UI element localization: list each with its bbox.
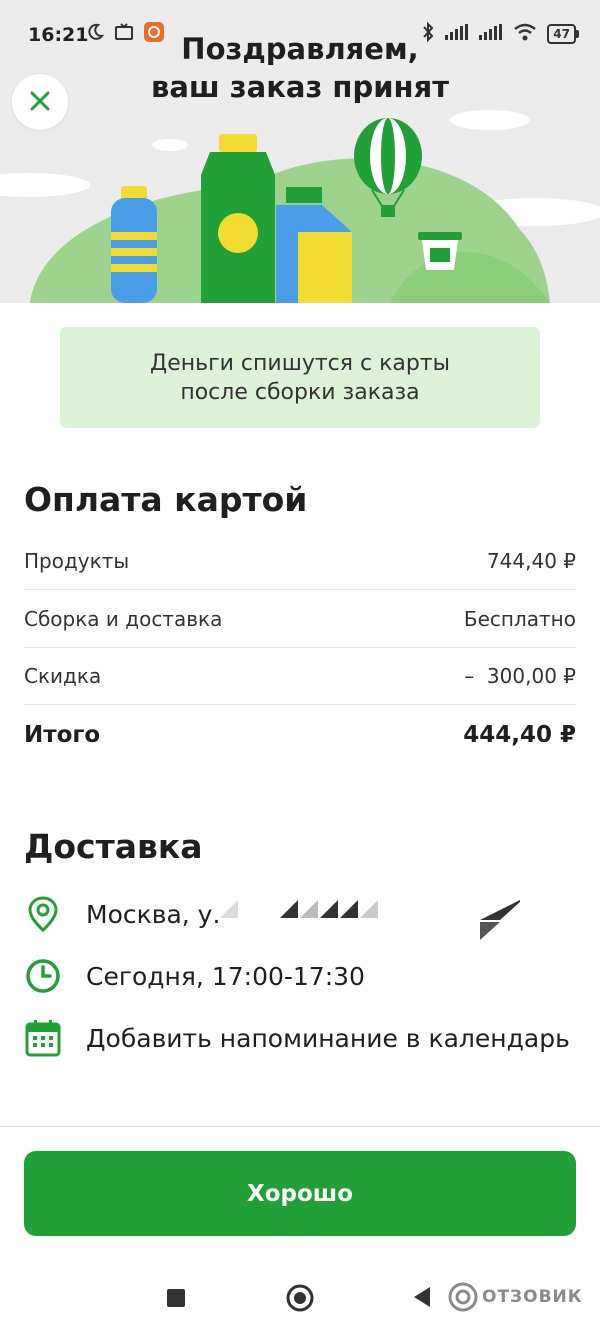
close-icon <box>29 90 51 115</box>
row-value: 744,40 ₽ <box>486 548 576 573</box>
clock-icon <box>24 957 62 995</box>
total-label: Итого <box>24 721 101 748</box>
delivery-title: Доставка <box>24 827 203 866</box>
notice-line-2: после сборки заказа <box>180 379 420 405</box>
calendar-icon <box>24 1019 62 1057</box>
circle-nav-icon[interactable] <box>286 1284 314 1316</box>
square-nav-icon[interactable] <box>166 1288 186 1312</box>
title-line-2: ваш заказ принят <box>150 70 449 104</box>
add-reminder-button[interactable]: Добавить напоминание в календарь <box>24 1016 584 1060</box>
title-line-1: Поздравляем, <box>181 32 419 66</box>
wifi-icon <box>513 23 537 45</box>
delivery-address: Москва, у. <box>24 892 584 940</box>
payment-row-delivery: Сборка и доставка Бесплатно <box>24 590 576 648</box>
battery-icon: 47 <box>547 24 579 44</box>
payment-row-discount: Скидка – 300,00 ₽ <box>24 647 576 705</box>
status-time: 16:21 <box>28 24 89 46</box>
watermark-text: ОТЗОВИК <box>482 1287 583 1307</box>
payment-row-products: Продукты 744,40 ₽ <box>24 532 576 590</box>
tv-icon <box>114 23 134 45</box>
watermark-logo-icon <box>448 1282 478 1312</box>
page-title: Поздравляем, ваш заказ принят <box>140 30 460 106</box>
payment-title: Оплата картой <box>24 480 308 519</box>
payment-notice: Деньги спишутся с карты после сборки зак… <box>60 327 540 428</box>
close-button[interactable] <box>12 74 68 130</box>
moon-icon <box>86 23 105 45</box>
delivery-time: Сегодня, 17:00-17:30 <box>24 954 584 998</box>
total-value: 444,40 ₽ <box>463 721 576 748</box>
row-value: Бесплатно <box>463 606 576 631</box>
row-value: – 300,00 ₽ <box>464 663 576 688</box>
row-label: Продукты <box>24 548 130 573</box>
signal-icon <box>479 24 503 44</box>
divider <box>0 1126 600 1127</box>
row-label: Скидка <box>24 663 102 688</box>
payment-row-total: Итого 444,40 ₽ <box>24 706 576 763</box>
notice-line-1: Деньги спишутся с карты <box>150 350 450 376</box>
delivery-time-text: Сегодня, 17:00-17:30 <box>86 961 365 991</box>
row-label: Сборка и доставка <box>24 606 223 631</box>
address-text: Москва, у. <box>86 899 221 929</box>
ok-button[interactable]: Хорошо <box>24 1151 576 1236</box>
add-reminder-label: Добавить напоминание в календарь <box>86 1023 570 1053</box>
back-nav-icon[interactable] <box>412 1286 432 1312</box>
location-pin-icon <box>24 895 62 933</box>
address-redaction <box>220 900 530 948</box>
watermark: ОТЗОВИК <box>448 1282 583 1312</box>
